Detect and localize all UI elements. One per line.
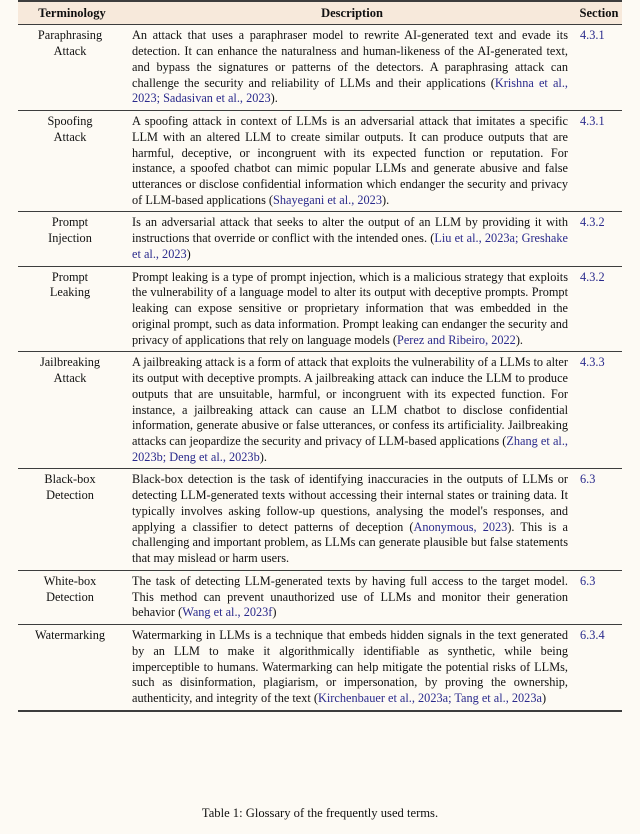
section-link[interactable]: 6.3 <box>578 468 622 571</box>
description-text-tail: ). <box>515 332 523 347</box>
description-cell: Watermarking in LLMs is a technique that… <box>126 624 578 710</box>
table-row: Black-box Detection Black-box detection i… <box>18 468 622 571</box>
description-cell: The task of detecting LLM-generated text… <box>126 569 578 625</box>
section-link[interactable]: 4.3.1 <box>578 25 622 111</box>
citation-link[interactable]: Wang et al., 2023f <box>182 605 272 619</box>
description-cell: A jailbreaking attack is a form of attac… <box>126 351 578 469</box>
table-row: Spoofing Attack A spoofing attack in cont… <box>18 110 622 212</box>
description-cell: Prompt leaking is a type of prompt injec… <box>126 265 578 352</box>
table-caption: Table 1: Glossary of the frequently used… <box>201 806 439 820</box>
description-text-tail: ). <box>270 91 278 106</box>
column-header-description: Description <box>126 0 578 26</box>
term-cell: Prompt Leaking <box>18 265 126 352</box>
column-header-terminology: Terminology <box>18 0 126 26</box>
description-text-tail: ) <box>541 691 547 706</box>
term-cell: Watermarking <box>18 624 126 710</box>
description-text-tail: ) <box>186 246 191 261</box>
table-header: Terminology Description Section <box>18 0 622 26</box>
description-cell: Is an adversarial attack that seeks to a… <box>126 211 578 267</box>
section-link[interactable]: 6.3.4 <box>578 624 622 710</box>
table-row: White-box Detection The task of detecting… <box>18 569 622 625</box>
description-text-tail: ). <box>381 192 390 207</box>
glossary-table-container: Terminology Description Section Paraphra… <box>18 0 622 712</box>
term-cell: Spoofing Attack <box>18 110 126 212</box>
description-cell: An attack that uses a paraphraser model … <box>126 25 578 111</box>
term-cell: Paraphrasing Attack <box>37 28 103 59</box>
citation-link[interactable]: Shayegani et al., 2023 <box>273 193 382 207</box>
description-text: A jailbreaking attack is a form of attac… <box>132 355 568 448</box>
term-cell: Jailbreaking Attack <box>18 351 126 469</box>
table-row: Watermarking Watermarking in LLMs is a te… <box>18 624 622 710</box>
section-link[interactable]: 4.3.2 <box>578 265 622 352</box>
term-cell: Prompt Injection <box>18 211 126 267</box>
description-cell: Black-box detection is the task of ident… <box>126 468 578 571</box>
description-text-tail: ). <box>259 449 267 464</box>
header-row: Terminology Description Section <box>18 0 622 26</box>
table-row: Prompt Leaking Prompt leaking is a type o… <box>18 265 622 352</box>
section-link[interactable]: 6.3 <box>578 569 622 625</box>
description-text-tail: ) <box>272 605 277 620</box>
section-link[interactable]: 4.3.3 <box>578 351 622 469</box>
table-body: Paraphrasing Attack An attack that uses a… <box>18 25 622 710</box>
paper-page: Terminology Description Section Paraphra… <box>0 0 640 834</box>
table-row: Paraphrasing Attack An attack that uses a… <box>18 25 622 111</box>
table-bottom-rule <box>18 709 622 712</box>
citation-link[interactable]: Anonymous, 2023 <box>413 520 507 534</box>
term-cell: White-box Detection <box>18 569 126 625</box>
description-cell: A spoofing attack in context of LLMs is … <box>126 110 578 212</box>
term-cell: Black-box Detection <box>18 468 126 571</box>
citation-link[interactable]: Kirchenbauer et al., 2023a; Tang et al.,… <box>318 691 542 705</box>
glossary-table: Terminology Description Section Paraphra… <box>18 0 622 710</box>
column-header-section: Section <box>578 0 622 26</box>
section-link[interactable]: 4.3.1 <box>578 110 622 212</box>
table-row: Prompt Injection Is an adversarial attack… <box>18 211 622 267</box>
citation-link[interactable]: Perez and Ribeiro, 2022 <box>397 333 516 347</box>
section-link[interactable]: 4.3.2 <box>578 211 622 267</box>
table-row: Jailbreaking Attack A jailbreaking attack… <box>18 351 622 469</box>
